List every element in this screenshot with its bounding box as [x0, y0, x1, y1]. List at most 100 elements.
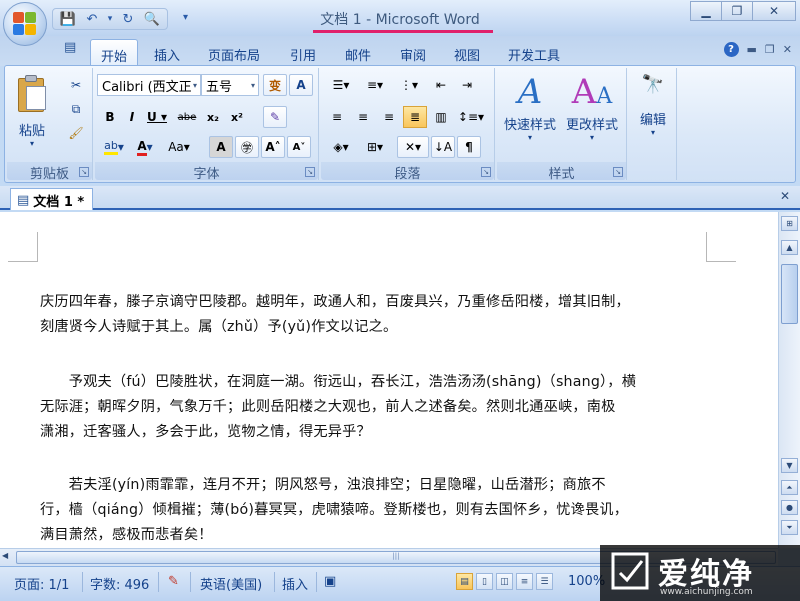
- superscript-icon[interactable]: x²: [225, 106, 249, 128]
- tab-mailings[interactable]: 邮件: [335, 39, 381, 66]
- language-status[interactable]: 英语(美国): [200, 574, 262, 593]
- enclose-characters-icon[interactable]: ㊫: [235, 136, 259, 158]
- clear-formatting-icon[interactable]: ✎: [263, 106, 287, 128]
- paragraph-line: 若夫淫(yín)雨霏霏，连月不开；阴风怒号，浊浪排空；日星隐曜，山岳潜形；商旅不: [40, 477, 606, 493]
- macro-recording-icon[interactable]: ▣: [324, 574, 336, 589]
- change-case-icon[interactable]: Aa▾: [163, 136, 195, 158]
- styles-launcher-icon[interactable]: ↘: [613, 167, 623, 177]
- minimize-button[interactable]: ▁: [690, 1, 722, 21]
- tab-view[interactable]: 视图: [444, 39, 490, 66]
- next-page-icon[interactable]: ⏷: [781, 520, 798, 535]
- chinese-layout-icon[interactable]: ✕▾: [397, 136, 429, 158]
- full-screen-reading-icon[interactable]: ▯: [476, 573, 493, 590]
- tab-home[interactable]: 开始: [90, 39, 139, 66]
- select-browse-object-icon[interactable]: ●: [781, 500, 798, 515]
- format-painter-icon[interactable]: 🖌: [65, 122, 87, 144]
- editing-button[interactable]: 🔭 编辑 ▾: [633, 74, 673, 137]
- close-button[interactable]: ✕: [752, 1, 796, 21]
- align-right-icon[interactable]: ≡: [377, 106, 401, 128]
- cut-icon[interactable]: ✂: [65, 74, 87, 96]
- paragraph-line: 行，樯（qiáng）倾楫摧；薄(bó)暮冥冥，虎啸猿啼。登斯楼也，则有去国怀乡，…: [40, 502, 629, 518]
- scroll-up-icon[interactable]: ▲: [781, 240, 798, 255]
- outline-view-icon[interactable]: ≡: [516, 573, 533, 590]
- font-launcher-icon[interactable]: ↘: [305, 167, 315, 177]
- paragraph-launcher-icon[interactable]: ↘: [481, 167, 491, 177]
- previous-page-icon[interactable]: ⏶: [781, 480, 798, 495]
- italic-icon[interactable]: I: [121, 106, 143, 128]
- font-name-value: Calibri (西文正: [102, 79, 192, 95]
- decrease-indent-icon[interactable]: ⇤: [429, 74, 453, 96]
- document-page[interactable]: 庆历四年春，滕子京谪守巴陵郡。越明年，政通人和，百废具兴，乃重修岳阳楼，增其旧制…: [0, 212, 778, 548]
- paste-label: 粘贴: [18, 124, 45, 139]
- vertical-scrollbar[interactable]: ⊞ ▲ ▼ ⏶ ● ⏷: [778, 212, 800, 548]
- paragraph-group: ☰▾ ≡▾ ⋮▾ ⇤ ⇥ ≡ ≡ ≡ ≣ ▥ ↕≡▾ ◈▾ ⊞▾ ✕▾ ↓A ¶…: [321, 68, 495, 182]
- word-count-status[interactable]: 字数: 496: [90, 574, 149, 593]
- ribbon-minimize-icon[interactable]: ▬: [747, 43, 757, 56]
- document-icon: ▤: [64, 40, 77, 55]
- bold-icon[interactable]: B: [99, 106, 121, 128]
- paste-button[interactable]: 粘贴 ▾: [15, 74, 49, 148]
- copy-icon[interactable]: ⧉: [65, 98, 87, 120]
- multilevel-list-icon[interactable]: ⋮▾: [393, 74, 425, 96]
- document-tab-close-icon[interactable]: ✕: [780, 189, 790, 203]
- shading-icon[interactable]: ◈▾: [325, 136, 357, 158]
- subscript-icon[interactable]: x₂: [201, 106, 225, 128]
- quick-styles-button[interactable]: A 快速样式 ▾: [501, 72, 559, 142]
- paragraph-line: 无际涯；朝晖夕阴，气象万千；此则岳阳楼之大观也，前人之述备矣。然则北通巫峡，南极: [40, 399, 616, 415]
- align-center-icon[interactable]: ≡: [351, 106, 375, 128]
- tab-references[interactable]: 引用: [280, 39, 326, 66]
- highlight-color-icon[interactable]: ab ▾: [99, 136, 129, 158]
- align-left-icon[interactable]: ≡: [325, 106, 349, 128]
- office-button[interactable]: [3, 2, 47, 46]
- character-shading-icon[interactable]: A: [209, 136, 233, 158]
- borders-icon[interactable]: ⊞▾: [359, 136, 391, 158]
- insert-mode-status[interactable]: 插入: [282, 574, 308, 593]
- increase-indent-icon[interactable]: ⇥: [455, 74, 479, 96]
- bullets-icon[interactable]: ☰▾: [325, 74, 357, 96]
- show-hide-marks-icon[interactable]: ¶: [457, 136, 481, 158]
- tab-review[interactable]: 审阅: [390, 39, 436, 66]
- change-styles-icon: AA: [571, 72, 613, 112]
- phonetic-guide-icon[interactable]: 变: [263, 74, 287, 96]
- draft-view-icon[interactable]: ☰: [536, 573, 553, 590]
- web-layout-icon[interactable]: ◫: [496, 573, 513, 590]
- tab-insert[interactable]: 插入: [144, 39, 190, 66]
- paragraph-line: 庆历四年春，滕子京谪守巴陵郡。越明年，政通人和，百废具兴，乃重修岳阳楼，增其旧制…: [40, 294, 630, 310]
- office-logo-icon: [13, 12, 37, 36]
- line-spacing-icon[interactable]: ↕≡▾: [455, 106, 487, 128]
- character-border-icon[interactable]: A: [289, 74, 313, 96]
- font-size-combo[interactable]: 五号 ▾: [201, 74, 259, 96]
- underline-icon[interactable]: U ▾: [143, 106, 171, 128]
- font-color-icon[interactable]: A ▾: [131, 136, 159, 158]
- font-name-combo[interactable]: Calibri (西文正 ▾: [97, 74, 201, 96]
- clipboard-launcher-icon[interactable]: ↘: [79, 167, 89, 177]
- ribbon-home: 粘贴 ▾ ✂ ⧉ 🖌 剪贴板 ↘ Calibri (西文正 ▾ 五号 ▾ 变 A…: [4, 65, 796, 183]
- font-size-dropdown-icon[interactable]: ▾: [251, 81, 255, 90]
- maximize-button[interactable]: ❐: [721, 1, 753, 21]
- distributed-icon[interactable]: ▥: [429, 106, 453, 128]
- font-name-dropdown-icon[interactable]: ▾: [193, 81, 197, 90]
- grow-font-icon[interactable]: A˄: [261, 136, 285, 158]
- tab-page-layout[interactable]: 页面布局: [198, 39, 270, 66]
- scroll-left-icon[interactable]: ◀: [2, 551, 15, 564]
- proofing-icon[interactable]: ✎: [168, 574, 179, 589]
- document-tab[interactable]: ▤ 文档 1 *: [10, 188, 94, 210]
- ruler-toggle-icon[interactable]: ⊞: [781, 216, 798, 231]
- page-count-status[interactable]: 页面: 1/1: [14, 574, 69, 593]
- change-styles-button[interactable]: AA 更改样式 ▾: [563, 72, 621, 142]
- help-icon[interactable]: ?: [723, 42, 739, 57]
- strikethrough-icon[interactable]: abe: [173, 106, 201, 128]
- ribbon-close-icon[interactable]: ✕: [783, 43, 792, 56]
- editing-group: 🔭 编辑 ▾: [629, 68, 677, 180]
- paragraph-3: 若夫淫(yín)雨霏霏，连月不开；阴风怒号，浊浪排空；日星隐曜，山岳潜形；商旅不…: [40, 473, 712, 548]
- tab-developer[interactable]: 开发工具: [498, 39, 570, 66]
- print-layout-view-icon[interactable]: ▤: [456, 573, 473, 590]
- vertical-scroll-thumb[interactable]: [781, 264, 798, 324]
- ribbon-restore-icon[interactable]: ❐: [765, 43, 775, 56]
- scroll-down-icon[interactable]: ▼: [781, 458, 798, 473]
- sort-icon[interactable]: ↓A: [431, 136, 455, 158]
- quick-styles-label: 快速样式: [503, 118, 556, 133]
- numbering-icon[interactable]: ≡▾: [359, 74, 391, 96]
- justify-icon[interactable]: ≣: [403, 106, 427, 128]
- shrink-font-icon[interactable]: A˅: [287, 136, 311, 158]
